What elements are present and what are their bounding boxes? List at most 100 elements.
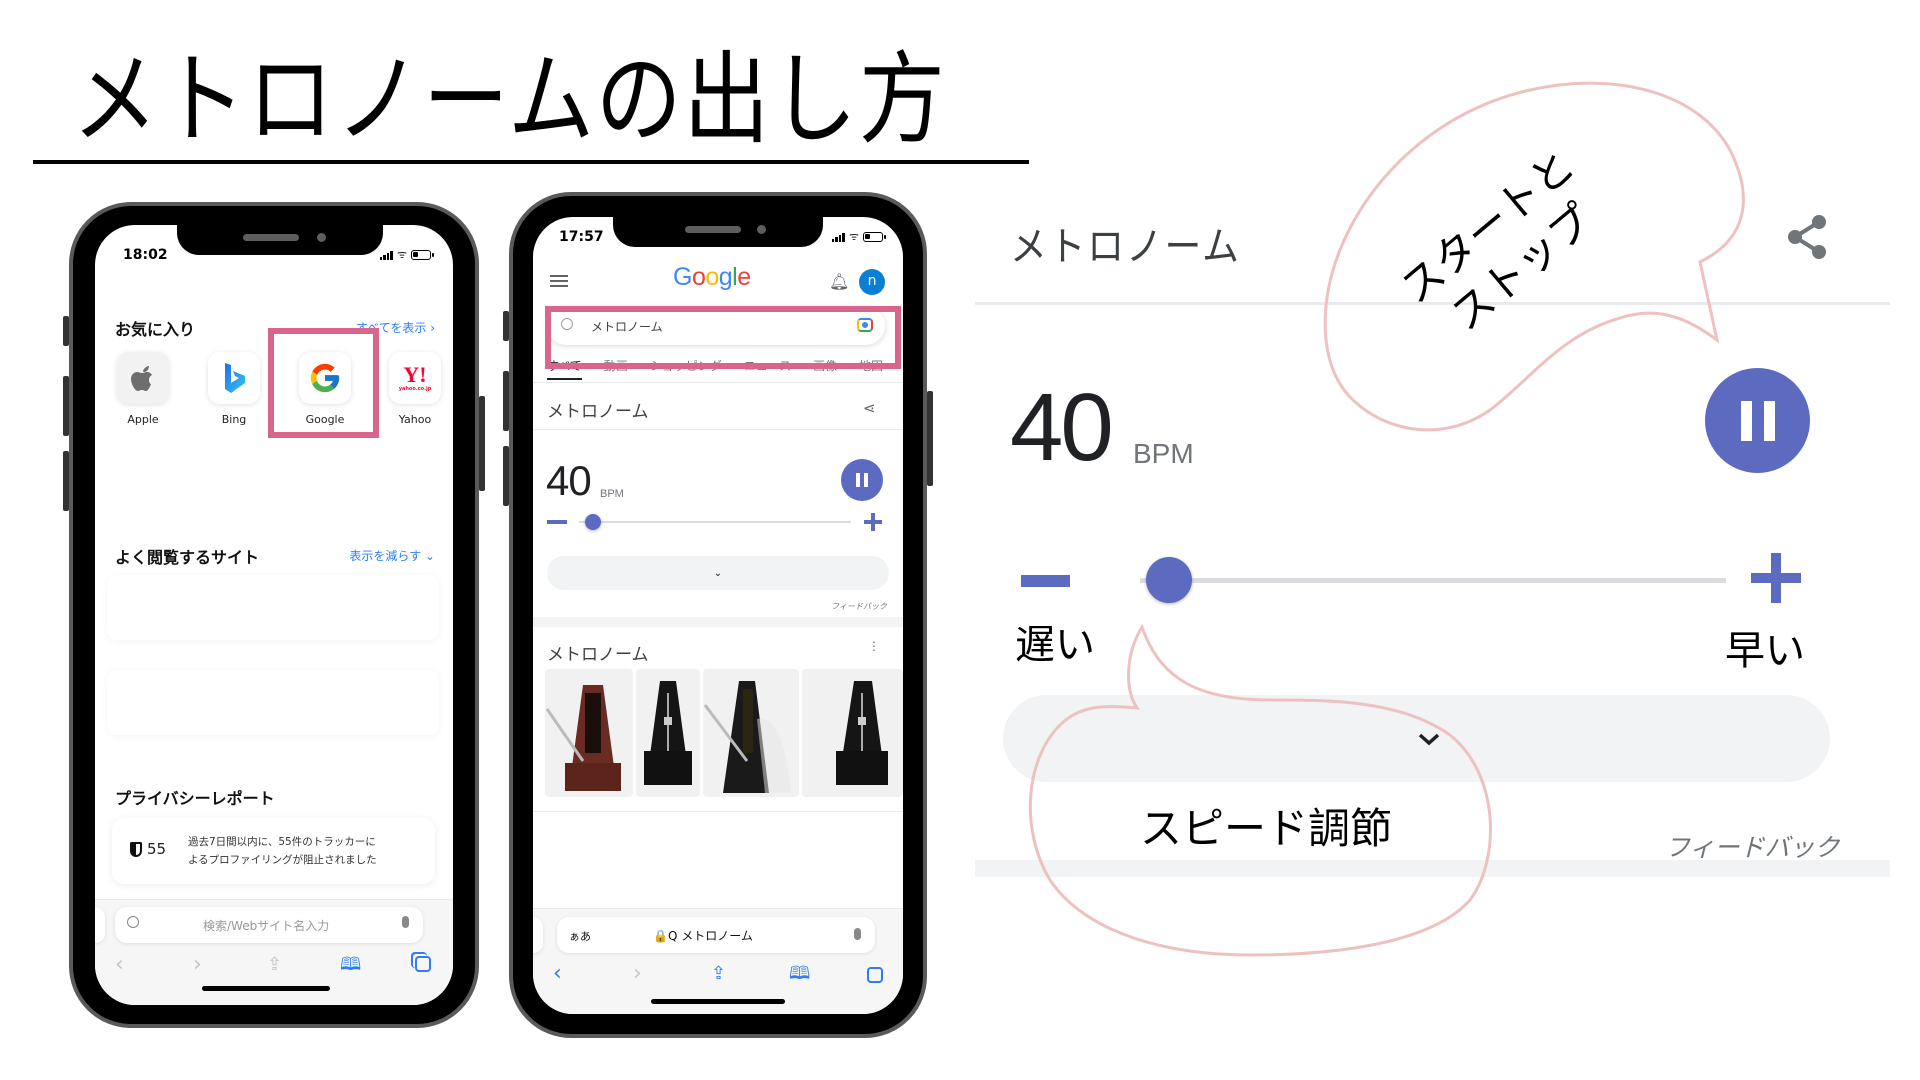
share-icon[interactable] — [1785, 214, 1829, 260]
phone-volume-down — [503, 446, 509, 506]
search-icon — [127, 916, 139, 928]
signal-icon — [379, 250, 393, 260]
address-bar-left-peek[interactable] — [533, 917, 543, 953]
decrease-tempo-button[interactable] — [547, 520, 567, 524]
status-time: 18:02 — [123, 247, 168, 263]
annotation-start-stop: スタートと ストップ — [1391, 140, 1619, 355]
status-time: 17:57 — [559, 229, 604, 245]
microphone-icon — [402, 916, 409, 928]
phone-volume-up — [63, 376, 69, 436]
search-placeholder: 検索/Webサイト名入力 — [203, 919, 330, 933]
share-icon[interactable]: ⇪ — [267, 956, 282, 974]
privacy-text-1: 過去7日間以内に、55件のトラッカーに — [188, 836, 376, 848]
bubble-speed — [1028, 623, 1492, 957]
privacy-report-card[interactable]: 55 過去7日間以内に、55件のトラッカーに よるプロファイリングが阻止されまし… — [112, 818, 435, 884]
widget-header-divider — [533, 429, 903, 430]
images-divider — [533, 811, 903, 812]
account-avatar[interactable]: n — [859, 269, 885, 295]
home-indicator — [651, 999, 785, 1004]
metronome-image-1[interactable] — [545, 669, 633, 797]
highlight-search-box — [545, 306, 901, 369]
home-indicator — [202, 986, 330, 991]
tracker-count: 55 — [147, 840, 167, 858]
panel-title: メトロノーム — [1010, 224, 1241, 270]
notifications-bell-icon[interactable]: 🔔︎ — [829, 272, 849, 291]
bpm-unit: BPM — [600, 488, 624, 500]
wifi-icon: ᯤ — [848, 230, 859, 243]
tabs-icon[interactable] — [415, 956, 431, 972]
google-logo[interactable]: Google — [673, 263, 751, 292]
increase-tempo-button[interactable] — [864, 513, 882, 531]
forward-icon[interactable]: › — [193, 954, 202, 976]
metronome-image-4[interactable] — [802, 669, 903, 797]
metronome-image-2[interactable] — [636, 669, 700, 797]
microphone-icon[interactable] — [854, 928, 861, 940]
battery-icon — [863, 231, 886, 242]
annotation-speed: スピード調節 — [1140, 804, 1393, 853]
tabs-divider — [533, 382, 903, 383]
metronome-widget-title: メトロノーム — [547, 402, 649, 422]
panel-expand-button[interactable] — [1003, 695, 1830, 782]
address-bar[interactable]: ぁあ 🔒Q メトロノーム — [557, 917, 875, 953]
metronome-image-3[interactable] — [703, 669, 799, 797]
frequent-site-placeholder — [107, 670, 439, 735]
favorite-bing[interactable]: Bing — [206, 352, 262, 426]
panel-tempo-slider-thumb[interactable] — [1146, 557, 1193, 603]
notch — [177, 225, 383, 255]
show-less-link[interactable]: 表示を減らす ⌄ — [349, 547, 435, 564]
phone-power-button — [479, 396, 485, 491]
yahoo-icon: Y! — [403, 362, 427, 387]
favorite-label: Yahoo — [398, 413, 432, 426]
bing-icon — [225, 363, 245, 393]
images-section-title: メトロノーム — [547, 645, 649, 665]
panel-pause-button[interactable] — [1705, 368, 1810, 473]
panel-tempo-slider-track[interactable] — [1140, 578, 1726, 583]
favorite-apple[interactable]: Apple — [115, 352, 171, 426]
panel-increase-tempo-button[interactable] — [1751, 553, 1801, 603]
phone-side-button — [503, 311, 509, 341]
menu-icon[interactable] — [550, 275, 568, 287]
panel-decrease-tempo-button[interactable] — [1021, 575, 1070, 587]
favorite-label: Bing — [221, 413, 247, 426]
notch — [613, 217, 823, 247]
panel-feedback-link[interactable]: フィードバック — [1665, 828, 1840, 864]
battery-icon — [411, 249, 434, 260]
back-icon[interactable]: ‹ — [553, 963, 562, 985]
feedback-link[interactable]: フィードバック — [831, 601, 887, 612]
phone-side-button — [63, 316, 69, 346]
status-icons: ᯤ — [379, 249, 434, 260]
title-underline — [33, 160, 1029, 164]
share-icon[interactable]: ⋖ — [863, 399, 876, 417]
favorite-yahoo[interactable]: Y! yahoo.co.jp Yahoo — [387, 352, 443, 426]
phone-safari-start: 18:02 ᯤ お気に入り すべてを表示 › Apple Bing Google — [63, 202, 485, 1028]
pause-button[interactable] — [841, 459, 883, 501]
page-title: メトロノームの出し方 — [72, 41, 947, 158]
bookmarks-icon[interactable]: 🕮 — [789, 965, 810, 983]
phone-power-button — [927, 391, 933, 486]
panel-section-separator — [975, 860, 1890, 877]
fast-label: 早い — [1725, 628, 1805, 674]
chevron-down-icon — [1418, 733, 1439, 745]
back-icon[interactable]: ‹ — [115, 954, 124, 976]
expand-widget-button[interactable]: ⌄ — [547, 556, 889, 590]
shield-icon — [130, 842, 142, 857]
reader-aa-button[interactable]: ぁあ — [569, 928, 591, 944]
more-options-icon[interactable]: ⋮ — [868, 639, 880, 653]
share-icon[interactable]: ⇪ — [711, 965, 726, 983]
forward-icon[interactable]: › — [633, 963, 642, 985]
highlight-google-favorite — [268, 328, 379, 438]
safari-bottom-bar: ぁあ 🔒Q メトロノーム ‹ › ⇪ 🕮 — [533, 908, 903, 1014]
url-text: 🔒Q メトロノーム — [653, 929, 753, 943]
chevron-down-icon: ⌄ — [713, 567, 723, 579]
address-bar[interactable] — [95, 907, 105, 943]
tempo-slider-thumb[interactable] — [584, 514, 601, 530]
yahoo-domain: yahoo.co.jp — [398, 386, 432, 392]
tabs-icon[interactable] — [867, 967, 883, 983]
favorites-title: お気に入り — [115, 320, 196, 339]
tempo-slider-track[interactable] — [579, 521, 851, 523]
bookmarks-icon[interactable]: 🕮 — [340, 956, 361, 974]
address-bar[interactable]: 検索/Webサイト名入力 — [115, 907, 423, 943]
phone-volume-down — [63, 451, 69, 511]
panel-bpm-unit: BPM — [1133, 438, 1194, 469]
status-icons: ᯤ — [831, 230, 886, 243]
